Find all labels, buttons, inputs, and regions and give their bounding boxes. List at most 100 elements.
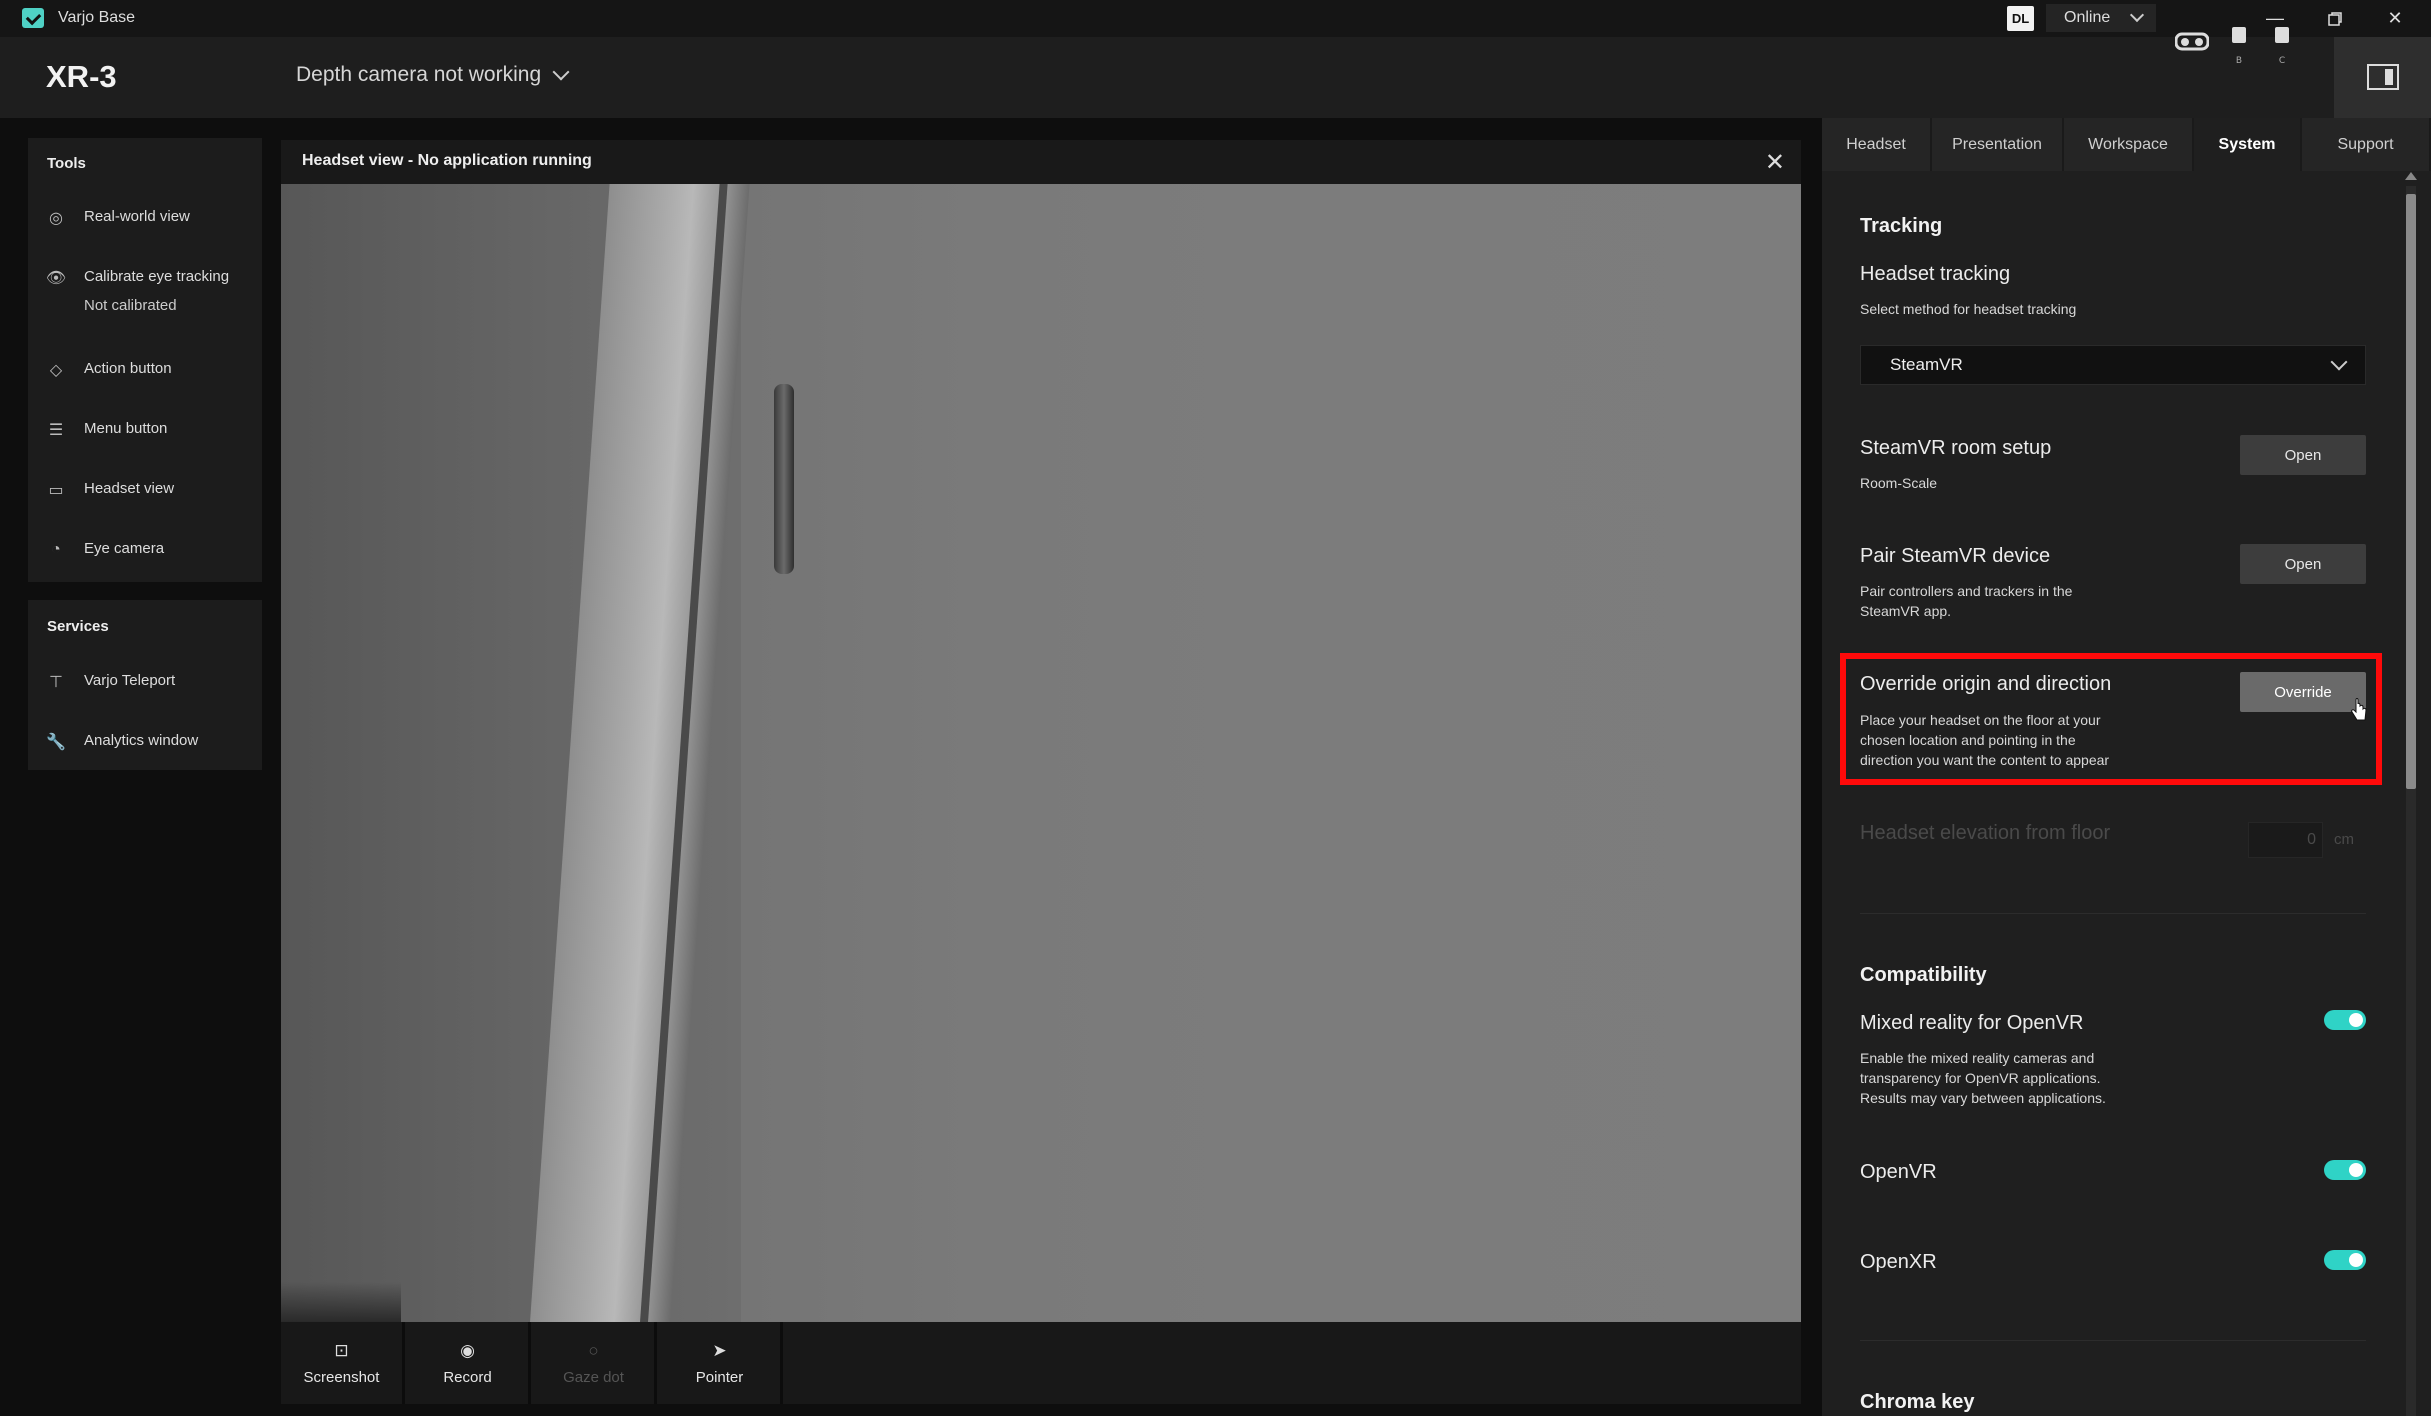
- override-title: Override origin and direction: [1860, 673, 2112, 695]
- headset-tracking-select[interactable]: SteamVR: [1860, 345, 2366, 385]
- varjo-logo-icon: [22, 8, 44, 28]
- wrench-icon: 🔧: [46, 734, 66, 751]
- services-group: Services ⊤ Varjo Teleport 🔧 Analytics wi…: [28, 600, 262, 770]
- controller-b-icon[interactable]: B: [2229, 27, 2249, 67]
- menu-icon: ☰: [48, 422, 64, 439]
- override-button[interactable]: Override: [2240, 672, 2366, 712]
- headset-tracking-title: Headset tracking: [1860, 263, 2011, 285]
- override-desc: Place your headset on the floor at your …: [1860, 712, 2110, 768]
- sidebar-item-label: Menu button: [84, 420, 168, 437]
- hand-cursor-icon: [2351, 698, 2367, 721]
- pair-device-desc: Pair controllers and trackers in the Ste…: [1860, 583, 2073, 619]
- sidebar-item-calibrate-eye-tracking[interactable]: 👁 Calibrate eye tracking Not calibrated: [46, 268, 229, 314]
- device-title: XR-3: [46, 59, 117, 94]
- elevation-unit: cm: [2334, 831, 2354, 848]
- mixed-reality-title: Mixed reality for OpenVR: [1860, 1012, 2084, 1034]
- device-status-text: Depth camera not working: [296, 63, 542, 86]
- eye-globe-icon: ◎: [49, 210, 63, 227]
- mixed-reality-desc: Enable the mixed reality cameras and tra…: [1860, 1050, 2106, 1106]
- openxr-toggle[interactable]: [2324, 1250, 2366, 1270]
- record-button[interactable]: ◉ Record: [407, 1322, 531, 1404]
- pair-device-title: Pair SteamVR device: [1860, 545, 2051, 567]
- compatibility-section-title: Compatibility: [1860, 964, 1987, 986]
- sidebar-item-action-button[interactable]: ◇ Action button: [46, 360, 172, 380]
- screenshot-button[interactable]: ⊡ Screenshot: [281, 1322, 405, 1404]
- close-window-button[interactable]: ✕: [2365, 0, 2425, 37]
- sidebar-item-label: Analytics window: [84, 732, 199, 749]
- screenshot-icon: ⊡: [334, 1340, 349, 1360]
- services-title: Services: [47, 618, 109, 635]
- online-status-label: Online: [2064, 9, 2111, 26]
- mixed-reality-toggle[interactable]: [2324, 1010, 2366, 1030]
- chevron-down-icon: [2330, 353, 2348, 371]
- sidebar-item-headset-view[interactable]: ▭ Headset view: [46, 480, 174, 500]
- sidebar-item-label: Headset view: [84, 480, 175, 497]
- sidebar-item-label: Varjo Teleport: [84, 672, 176, 689]
- sidebar-item-analytics-window[interactable]: 🔧 Analytics window: [46, 732, 198, 752]
- tracking-section-title: Tracking: [1860, 215, 1943, 237]
- headset-goggles-icon[interactable]: [2175, 31, 2209, 51]
- pair-device-open-button[interactable]: Open: [2240, 544, 2366, 584]
- tab-system[interactable]: System: [2194, 118, 2302, 171]
- sidebar-item-eye-camera[interactable]: ◔ Eye camera: [46, 540, 164, 560]
- sidebar-item-varjo-teleport[interactable]: ⊤ Varjo Teleport: [46, 672, 175, 692]
- camera-feed: [281, 184, 1801, 1322]
- restore-button[interactable]: [2305, 0, 2365, 37]
- controller-c-icon[interactable]: C: [2272, 27, 2292, 67]
- headset-tracking-desc: Select method for headset tracking: [1860, 301, 2077, 317]
- restore-icon: [2328, 11, 2342, 26]
- eye-icon: 👁: [45, 270, 67, 287]
- eye-camera-icon: ◔: [51, 541, 61, 558]
- chroma-key-section-title: Chroma key: [1860, 1391, 1975, 1413]
- tools-title: Tools: [47, 155, 86, 172]
- chevron-down-icon: [552, 63, 570, 81]
- sidebar-item-menu-button[interactable]: ☰ Menu button: [46, 420, 168, 440]
- record-icon: ◉: [460, 1340, 475, 1360]
- diamond-icon: ◇: [49, 362, 63, 379]
- scroll-thumb[interactable]: [2406, 194, 2416, 789]
- sidebar-item-label: Action button: [84, 360, 172, 377]
- sidebar-item-real-world-view[interactable]: ◎ Real-world view: [46, 208, 190, 228]
- pointer-icon: ➤: [712, 1340, 727, 1360]
- chevron-down-icon: [2129, 7, 2145, 23]
- online-status-dropdown[interactable]: Online: [2046, 4, 2156, 32]
- door-hinge: [774, 384, 794, 574]
- scroll-up-icon[interactable]: [2405, 172, 2417, 180]
- settings-scrollbar[interactable]: [2403, 172, 2419, 1416]
- tab-workspace[interactable]: Workspace: [2064, 118, 2194, 171]
- room-setup-open-button[interactable]: Open: [2240, 435, 2366, 475]
- openvr-toggle[interactable]: [2324, 1160, 2366, 1180]
- section-divider: [1860, 913, 2366, 914]
- openxr-title: OpenXR: [1860, 1251, 1937, 1273]
- title-bar: Varjo Base DL Online — ✕: [0, 0, 2431, 37]
- gaze-dot-icon: ○: [588, 1340, 599, 1360]
- tools-group: Tools ◎ Real-world view 👁 Calibrate eye …: [28, 138, 262, 582]
- room-setup-title: SteamVR room setup: [1860, 437, 2052, 459]
- calibration-status: Not calibrated: [84, 297, 177, 314]
- close-icon[interactable]: ✕: [1765, 148, 1785, 177]
- pointer-button[interactable]: ➤ Pointer: [659, 1322, 783, 1404]
- sidebar-item-label: Eye camera: [84, 540, 165, 557]
- tab-headset[interactable]: Headset: [1822, 118, 1932, 171]
- elevation-input[interactable]: 0: [2248, 822, 2323, 858]
- room-setup-desc: Room-Scale: [1860, 475, 1938, 491]
- headset-view-icon: ▭: [48, 482, 64, 499]
- headset-view-toolbar: ⊡ Screenshot ◉ Record ○ Gaze dot ➤ Point…: [281, 1322, 1801, 1404]
- headset-view-title-bar: Headset view - No application running ✕: [281, 140, 1801, 184]
- sidebar-item-label: Calibrate eye tracking: [84, 268, 230, 285]
- device-status-dropdown[interactable]: Depth camera not working: [296, 63, 570, 87]
- tab-presentation[interactable]: Presentation: [1932, 118, 2064, 171]
- gaze-dot-button[interactable]: ○ Gaze dot: [533, 1322, 657, 1404]
- settings-tabs: Headset Presentation Workspace System Su…: [1822, 118, 2431, 171]
- teleport-icon: ⊤: [49, 674, 63, 691]
- section-divider: [1860, 1340, 2366, 1341]
- headset-view-title: Headset view - No application running: [302, 152, 592, 169]
- headset-view-panel: Headset view - No application running ✕ …: [281, 140, 1801, 1404]
- svg-text:B: B: [2236, 56, 2242, 66]
- panel-toggle-button[interactable]: [2334, 37, 2431, 118]
- user-badge[interactable]: DL: [2007, 6, 2034, 31]
- headset-tracking-selected: SteamVR: [1890, 355, 1963, 374]
- elevation-title: Headset elevation from floor: [1860, 822, 2111, 844]
- app-name: Varjo Base: [58, 9, 136, 26]
- tab-support[interactable]: Support: [2302, 118, 2431, 171]
